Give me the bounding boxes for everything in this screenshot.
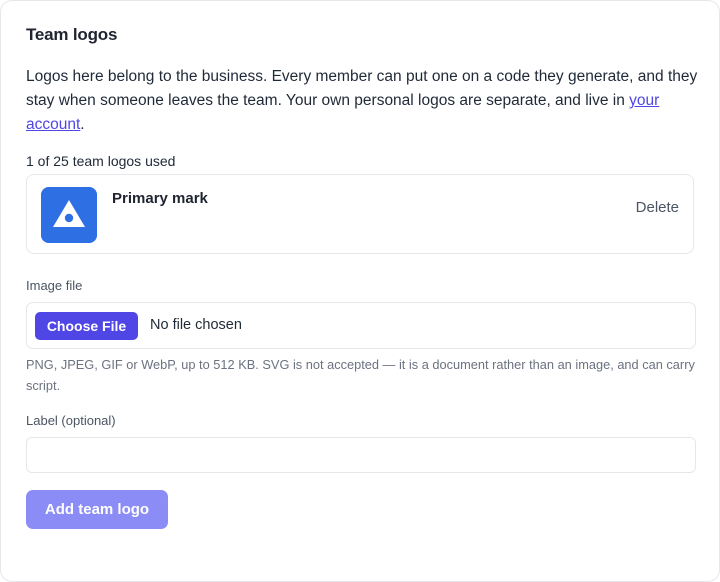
team-logos-card: Team logos Logos here belong to the busi…	[0, 0, 720, 582]
section-description: Logos here belong to the business. Every…	[26, 65, 698, 137]
add-team-logo-button[interactable]: Add team logo	[26, 490, 168, 529]
logo-list-item: Primary mark Delete	[26, 174, 694, 254]
image-file-input[interactable]: Choose File No file chosen	[26, 302, 696, 349]
delete-logo-button[interactable]: Delete	[636, 199, 679, 216]
description-text: Logos here belong to the business. Every…	[26, 68, 698, 109]
description-end: .	[80, 116, 85, 133]
image-file-help: PNG, JPEG, GIF or WebP, up to 512 KB. SV…	[26, 357, 695, 393]
logo-label-input[interactable]	[26, 437, 696, 473]
label-field-label: Label (optional)	[26, 413, 116, 428]
section-title: Team logos	[26, 25, 118, 44]
logo-thumbnail	[41, 187, 97, 243]
triangle-logo-icon	[41, 187, 97, 243]
logo-name: Primary mark	[112, 190, 208, 207]
logo-usage-count: 1 of 25 team logos used	[26, 153, 176, 169]
image-file-label: Image file	[26, 278, 83, 293]
file-status: No file chosen	[150, 317, 242, 333]
choose-file-button[interactable]: Choose File	[35, 312, 138, 340]
